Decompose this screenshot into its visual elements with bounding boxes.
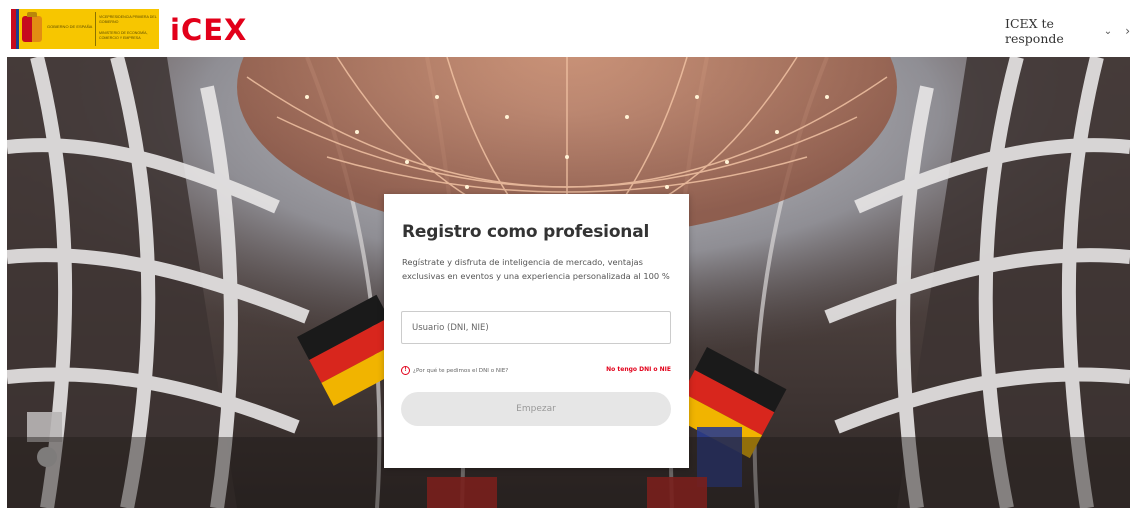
start-button[interactable]: Empezar xyxy=(401,392,671,426)
chevron-right-icon[interactable]: › xyxy=(1125,24,1130,38)
card-title: Registro como profesional xyxy=(402,222,650,242)
why-dni-link[interactable]: ! ¿Por qué te pedimos el DNI o NIE? xyxy=(401,366,508,375)
chevron-down-icon: ⌄ xyxy=(1103,25,1113,37)
ministry-text: Ministerio de Economía, Comercio y Empre… xyxy=(99,31,148,40)
government-logo[interactable]: Gobierno de España Vicepresidencia Prime… xyxy=(11,9,159,49)
info-icon: ! xyxy=(401,366,410,375)
coat-of-arms-icon xyxy=(22,12,42,42)
site-header: Gobierno de España Vicepresidencia Prime… xyxy=(0,0,1130,57)
card-description: Regístrate y disfruta de inteligencia de… xyxy=(402,257,670,281)
government-text: Gobierno de España xyxy=(47,24,93,29)
vicepresidency-text: Vicepresidencia Primera del Gobierno xyxy=(99,15,157,24)
help-menu-label: ICEX te responde xyxy=(1005,16,1064,46)
icex-logo[interactable]: iCEX xyxy=(170,13,247,47)
registration-card: Registro como profesional Regístrate y d… xyxy=(384,194,689,468)
user-id-input[interactable] xyxy=(401,311,671,344)
no-dni-link[interactable]: No tengo DNI o NIE xyxy=(606,366,671,373)
eu-stripe xyxy=(16,9,19,49)
logo-divider xyxy=(95,12,96,46)
why-dni-text: ¿Por qué te pedimos el DNI o NIE? xyxy=(413,367,509,374)
help-menu[interactable]: ICEX te responde ⌄ › xyxy=(1005,16,1130,46)
